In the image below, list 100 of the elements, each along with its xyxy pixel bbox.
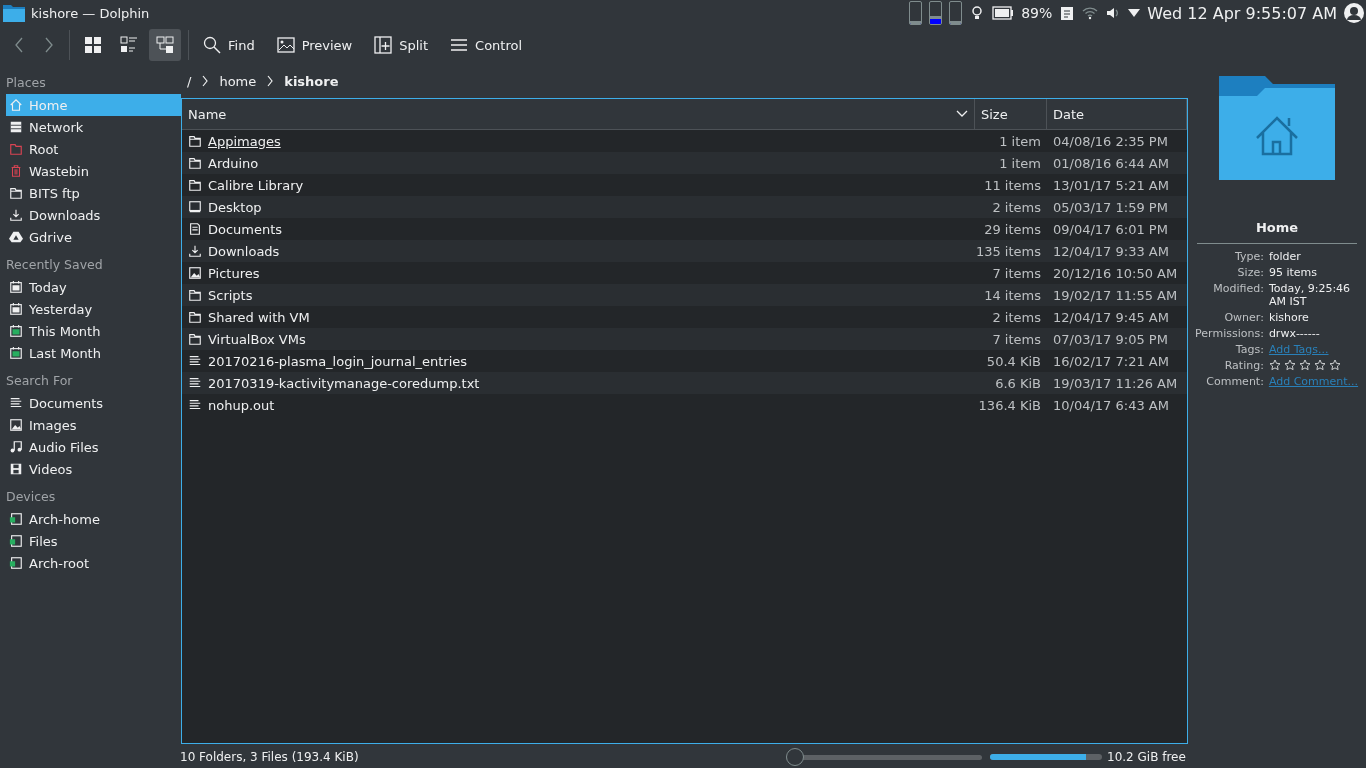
free-space: 10.2 GiB free <box>1107 750 1186 764</box>
column-header[interactable]: Size <box>975 99 1047 129</box>
download-icon <box>9 208 23 222</box>
field-label: Permissions: <box>1195 327 1264 340</box>
places-item[interactable]: Downloads <box>6 204 181 226</box>
field-label: Rating: <box>1223 359 1264 372</box>
table-cell-text: 2 items <box>991 309 1042 325</box>
text-lines-icon <box>188 354 202 368</box>
folder-icon <box>188 332 202 346</box>
user-avatar-icon[interactable] <box>1344 3 1364 23</box>
caret-icon <box>956 110 968 118</box>
places-item[interactable]: Videos <box>6 458 181 480</box>
trash-icon <box>9 164 23 178</box>
places-item[interactable]: Yesterday <box>6 298 181 320</box>
meter <box>909 1 923 25</box>
home-folder-icon <box>1219 76 1335 180</box>
calendar-icon <box>9 346 23 360</box>
places-item[interactable]: Audio Files <box>6 436 181 458</box>
places-item[interactable]: Files <box>6 530 181 552</box>
breadcrumb-item[interactable]: kishore <box>284 73 339 89</box>
places-item[interactable]: Gdrive <box>6 226 181 248</box>
file-row[interactable]: Downloads 135 items 12/04/17 9:33 AM <box>182 240 1187 262</box>
file-row[interactable]: Documents 29 items 09/04/17 6:01 PM <box>182 218 1187 240</box>
folder-icon <box>188 178 202 192</box>
status-summary: 10 Folders, 3 Files (193.4 KiB) <box>180 750 360 764</box>
places-item[interactable]: Network <box>6 116 181 138</box>
places-item[interactable]: Today <box>6 276 181 298</box>
menu-icon <box>450 36 469 54</box>
breadcrumb-item[interactable]: / <box>187 73 192 89</box>
table-cell-text: 19/03/17 11:26 AM <box>1052 375 1179 391</box>
table-cell-text: 135 items <box>975 243 1042 259</box>
places-item[interactable]: Last Month <box>6 342 181 364</box>
table-cell-text: 50.4 KiB <box>985 353 1042 369</box>
places-item[interactable]: Wastebin <box>6 160 181 182</box>
file-row[interactable]: Appimages 1 item 04/08/16 2:35 PM <box>182 130 1187 152</box>
column-header[interactable]: Name <box>182 99 975 129</box>
chevron-icon <box>266 75 275 87</box>
server-icon <box>9 120 23 134</box>
toolbar-button[interactable]: Find <box>196 29 262 61</box>
file-row[interactable]: nohup.out 136.4 KiB 10/04/17 6:43 AM <box>182 394 1187 416</box>
file-row[interactable]: VirtualBox VMs 7 items 07/03/17 9:05 PM <box>182 328 1187 350</box>
file-name: Appimages <box>208 133 281 149</box>
file-row[interactable]: 20170216-plasma_login_journal_entries 50.4 KiB 16/02/17 7:21 AM <box>182 350 1187 372</box>
forward-icon <box>44 37 54 53</box>
battery-percentage: 89% <box>1021 5 1053 21</box>
wifi-icon[interactable] <box>1082 5 1099 21</box>
file-name: VirtualBox VMs <box>208 331 306 347</box>
zoom-slider[interactable] <box>786 748 982 766</box>
table-cell-text: 20/12/16 10:50 AM <box>1052 265 1179 281</box>
table-cell-text: 6.6 KiB <box>994 375 1042 391</box>
drive-icon <box>9 534 23 548</box>
file-row[interactable]: Arduino 1 item 01/08/16 6:44 AM <box>182 152 1187 174</box>
monitor-icon <box>188 200 202 214</box>
table-cell-text: 05/03/17 1:59 PM <box>1052 199 1169 215</box>
file-name: Shared with VM <box>208 309 310 325</box>
table-cell-text: 2 items <box>991 199 1042 215</box>
view-mode-button[interactable] <box>149 29 181 61</box>
places-item[interactable]: Arch-root <box>6 552 181 574</box>
breadcrumb-item[interactable]: home <box>219 73 257 89</box>
field-value: folder <box>1268 250 1302 263</box>
places-item[interactable]: Images <box>6 414 181 436</box>
file-row[interactable]: Calibre Library 11 items 13/01/17 5:21 AM <box>182 174 1187 196</box>
view-mode-icon <box>156 36 174 54</box>
places-item[interactable]: Arch-home <box>6 508 181 530</box>
file-row[interactable]: Shared with VM 2 items 12/04/17 9:45 AM <box>182 306 1187 328</box>
file-row[interactable]: Desktop 2 items 05/03/17 1:59 PM <box>182 196 1187 218</box>
table-cell-text: 7 items <box>991 331 1042 347</box>
table-cell-text: 11 items <box>983 177 1042 193</box>
column-header[interactable]: Date <box>1047 99 1187 129</box>
file-name: 20170216-plasma_login_journal_entries <box>208 353 468 369</box>
window-title: kishore — Dolphin <box>31 5 150 21</box>
toolbar-button[interactable]: Control <box>443 29 530 61</box>
file-row[interactable]: Pictures 7 items 20/12/16 10:50 AM <box>182 262 1187 284</box>
places-item[interactable]: This Month <box>6 320 181 342</box>
file-row[interactable]: 20170319-kactivitymanage-coredump.txt 6.6 KiB 19/03/17 11:26 AM <box>182 372 1187 394</box>
calendar-icon <box>9 302 23 316</box>
table-cell-text: 12/04/17 9:45 AM <box>1052 309 1170 325</box>
file-name: nohup.out <box>208 397 275 413</box>
section-heading: Recently Saved <box>6 256 104 274</box>
meter <box>949 1 963 25</box>
table-cell-text: 10/04/17 6:43 AM <box>1052 397 1170 413</box>
folder-icon <box>188 310 202 324</box>
places-item[interactable]: BITS ftp <box>6 182 181 204</box>
picture-icon <box>9 418 23 432</box>
places-item[interactable]: Root <box>6 138 181 160</box>
film-icon <box>9 462 23 476</box>
table-cell-text: 16/02/17 7:21 AM <box>1052 353 1170 369</box>
table-cell-text: 14 items <box>983 287 1042 303</box>
battery-icon[interactable] <box>992 6 1015 20</box>
field-value: kishore <box>1268 311 1310 324</box>
toolbar-button[interactable]: Preview <box>269 29 360 61</box>
caret-icon[interactable] <box>1128 9 1141 17</box>
table-cell-text: 07/03/17 9:05 PM <box>1052 331 1169 347</box>
table-cell-text: 1 item <box>998 133 1042 149</box>
clipboard-icon[interactable] <box>1059 5 1076 21</box>
section-heading: Places <box>6 74 47 92</box>
file-row[interactable]: Scripts 14 items 19/02/17 11:55 AM <box>182 284 1187 306</box>
places-item[interactable]: Documents <box>6 392 181 414</box>
folder-icon <box>9 186 23 200</box>
toolbar-button[interactable]: Split <box>367 29 436 61</box>
